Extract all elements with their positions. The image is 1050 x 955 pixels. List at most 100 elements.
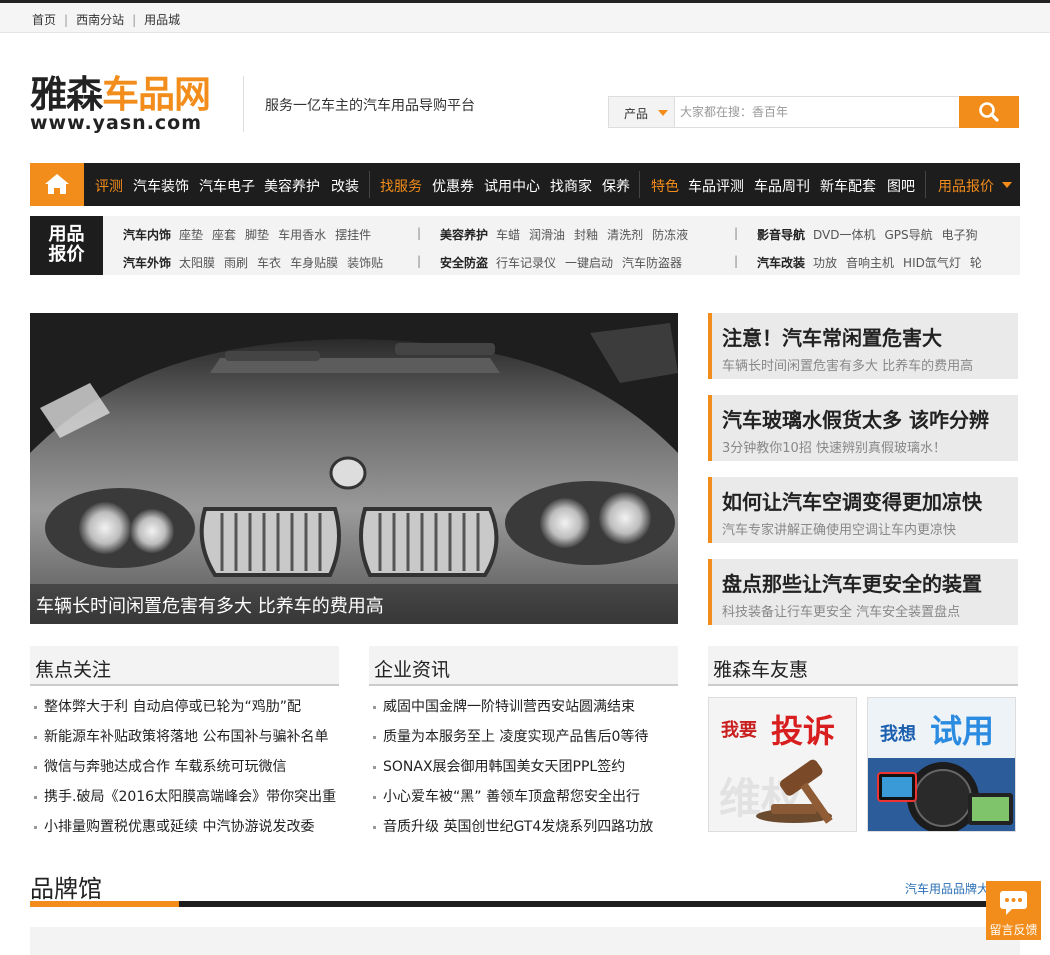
- feedback-button[interactable]: 留言反馈: [986, 881, 1041, 940]
- subnav-link[interactable]: GPS导航: [885, 228, 933, 242]
- nav-item-maintenance[interactable]: 保养: [602, 176, 630, 196]
- list-item[interactable]: 音质升级 英国创世纪GT4发烧系列四路功放: [369, 812, 678, 842]
- subnav-group-interior: 汽车内饰 座垫 座套 脚垫 车用香水 摆挂件: [123, 226, 380, 243]
- list-item[interactable]: SONAX展会御用韩国美女天团PPL签约: [369, 752, 678, 782]
- subnav-link[interactable]: 行车记录仪: [496, 256, 556, 270]
- nav-item-trial[interactable]: 试用中心: [484, 176, 540, 196]
- side-news-card[interactable]: 如何让汽车空调变得更加凉快 汽车专家讲解正确使用空调让车内更凉快: [708, 477, 1018, 543]
- hero-slide[interactable]: 车辆长时间闲置危害有多大 比养车的费用高: [30, 313, 678, 624]
- nav-item-care[interactable]: 美容养护: [264, 176, 320, 196]
- side-news-title[interactable]: 如何让汽车空调变得更加凉快: [722, 486, 982, 515]
- subnav-link[interactable]: 防冻液: [652, 228, 688, 242]
- nav-item-find-service[interactable]: 找服务: [380, 176, 422, 196]
- top-bar: 首页 | 西南分站 | 用品城: [0, 3, 1050, 33]
- logo-url: www.yasn.com: [30, 112, 203, 134]
- search-input[interactable]: [675, 97, 959, 127]
- logo-text-black: 雅森: [30, 73, 103, 116]
- top-link-mall[interactable]: 用品城: [144, 11, 180, 28]
- top-separator: |: [64, 13, 69, 27]
- subnav-group-title[interactable]: 汽车内饰: [123, 228, 171, 242]
- complaint-promo[interactable]: 维权 我要 投诉: [708, 697, 857, 832]
- subnav-link[interactable]: 车蜡: [496, 228, 520, 242]
- search-category-select[interactable]: 产品: [609, 97, 675, 127]
- feedback-label: 留言反馈: [989, 923, 1038, 937]
- subnav-link[interactable]: 座套: [212, 228, 236, 242]
- subnav-group-title[interactable]: 汽车外饰: [123, 256, 171, 270]
- nav-item-product-reviews[interactable]: 车品评测: [688, 176, 744, 196]
- nav-item-featured[interactable]: 特色: [651, 176, 679, 196]
- nav-item-modify[interactable]: 改装: [331, 176, 359, 196]
- list-item[interactable]: 威固中国金牌一阶特训营西安站圆满结束: [369, 692, 678, 722]
- search-bar: 产品: [608, 96, 1019, 128]
- nav-item-weekly[interactable]: 车品周刊: [754, 176, 810, 196]
- hero-caption[interactable]: 车辆长时间闲置危害有多大 比养车的费用高: [30, 584, 678, 624]
- subnav-link[interactable]: 太阳膜: [179, 256, 215, 270]
- top-separator: |: [132, 13, 137, 27]
- hero-car-image: [30, 313, 678, 624]
- subnav-link[interactable]: HID氙气灯: [903, 256, 961, 270]
- main-nav: 评测 汽车装饰 汽车电子 美容养护 改装 找服务 优惠券 试用中心 找商家 保养…: [30, 163, 1020, 206]
- subnav-group-title[interactable]: 安全防盗: [440, 256, 488, 270]
- top-link-southwest[interactable]: 西南分站: [76, 11, 124, 28]
- nav-item-coupons[interactable]: 优惠券: [432, 176, 474, 196]
- subnav-separator: |: [417, 254, 422, 268]
- list-item[interactable]: 整体弊大于利 自动启停或已轮为“鸡肋”配: [30, 692, 339, 722]
- subnav-link[interactable]: 雨刷: [224, 256, 248, 270]
- top-link-home[interactable]: 首页: [32, 11, 56, 28]
- list-item[interactable]: 小心爱车被“黑” 善领车顶盒帮您安全出行: [369, 782, 678, 812]
- subnav-group-title[interactable]: 汽车改装: [757, 256, 805, 270]
- nav-item-decoration[interactable]: 汽车装饰: [133, 176, 189, 196]
- company-list: 威固中国金牌一阶特训营西安站圆满结束 质量为本服务至上 凌度实现产品售后0等待 …: [369, 692, 678, 842]
- side-news-card[interactable]: 盘点那些让汽车更安全的装置 科技装备让行车更安全 汽车安全装置盘点: [708, 559, 1018, 625]
- nav-price-quote-dropdown[interactable]: 用品报价: [926, 163, 1020, 206]
- subnav-row-2: 汽车外饰 太阳膜 雨刷 车衣 车身贴膜 装饰贴 | 安全防盗 行车记录仪 一键启动 汽车防盗器 …: [30, 254, 990, 272]
- subnav-group-title[interactable]: 影音导航: [757, 228, 805, 242]
- subnav-link[interactable]: 车身贴膜: [290, 256, 338, 270]
- subnav-separator: |: [417, 226, 422, 240]
- nav-home-button[interactable]: [30, 163, 84, 206]
- subnav-link[interactable]: 润滑油: [529, 228, 565, 242]
- subnav-group-title[interactable]: 美容养护: [440, 228, 488, 242]
- subnav-link[interactable]: 摆挂件: [335, 228, 371, 242]
- subnav-link[interactable]: 电子狗: [942, 228, 978, 242]
- subnav-link[interactable]: 清洗剂: [607, 228, 643, 242]
- trial-promo[interactable]: 我想 试用: [867, 697, 1016, 832]
- list-item[interactable]: 携手.破局《2016太阳膜高端峰会》带你突出重: [30, 782, 339, 812]
- side-news-card[interactable]: 注意！汽车常闲置危害大 车辆长时间闲置危害有多大 比养车的费用高: [708, 313, 1018, 379]
- side-news-title[interactable]: 汽车玻璃水假货太多 该咋分辨: [722, 404, 989, 433]
- subnav-link[interactable]: DVD一体机: [813, 228, 875, 242]
- side-news-subtitle: 车辆长时间闲置危害有多大 比养车的费用高: [722, 359, 974, 374]
- brand-section-bar: [30, 901, 1020, 907]
- side-news-subtitle: 汽车专家讲解正确使用空调让车内更凉快: [722, 523, 957, 538]
- nav-item-find-merchant[interactable]: 找商家: [550, 176, 592, 196]
- subnav-link[interactable]: 功放: [813, 256, 837, 270]
- list-item[interactable]: 质量为本服务至上 凌度实现产品售后0等待: [369, 722, 678, 752]
- brand-more-link[interactable]: 汽车用品品牌大: [905, 880, 989, 897]
- side-news-card[interactable]: 汽车玻璃水假货太多 该咋分辨 3分钟教你10招 快速辨别真假玻璃水！: [708, 395, 1018, 461]
- list-item[interactable]: 新能源车补贴政策将落地 公布国补与骗补名单: [30, 722, 339, 752]
- subnav-link[interactable]: 音响主机: [846, 256, 894, 270]
- nav-item-electronics[interactable]: 汽车电子: [199, 176, 255, 196]
- promo-label-big: 投诉: [771, 712, 836, 750]
- subnav-link[interactable]: 脚垫: [245, 228, 269, 242]
- search-button[interactable]: [959, 96, 1019, 128]
- subnav-link[interactable]: 汽车防盗器: [622, 256, 682, 270]
- side-news-title[interactable]: 盘点那些让汽车更安全的装置: [722, 568, 982, 597]
- subnav-link[interactable]: 轮: [970, 256, 982, 270]
- subnav-link[interactable]: 车衣: [257, 256, 281, 270]
- nav-item-gallery[interactable]: 图吧: [887, 176, 915, 196]
- subnav-link[interactable]: 车用香水: [278, 228, 326, 242]
- subnav-link[interactable]: 一键启动: [565, 256, 613, 270]
- list-item[interactable]: 微信与奔驰达成合作 车载系统可玩微信: [30, 752, 339, 782]
- site-logo[interactable]: 雅森车品网 www.yasn.com: [30, 73, 225, 134]
- promo-label-big: 试用: [930, 712, 995, 750]
- nav-item-oem[interactable]: 新车配套: [820, 176, 876, 196]
- subnav-group-exterior: 汽车外饰 太阳膜 雨刷 车衣 车身贴膜 装饰贴: [123, 254, 392, 271]
- subnav-link[interactable]: 封釉: [574, 228, 598, 242]
- list-item[interactable]: 小排量购置税优惠或延续 中汽协游说发改委: [30, 812, 339, 842]
- side-news-title[interactable]: 注意！汽车常闲置危害大: [722, 322, 942, 351]
- nav-item-reviews[interactable]: 评测: [95, 176, 123, 196]
- focus-list: 整体弊大于利 自动启停或已轮为“鸡肋”配 新能源车补贴政策将落地 公布国补与骗补…: [30, 692, 339, 842]
- subnav-link[interactable]: 座垫: [179, 228, 203, 242]
- subnav-link[interactable]: 装饰贴: [347, 256, 383, 270]
